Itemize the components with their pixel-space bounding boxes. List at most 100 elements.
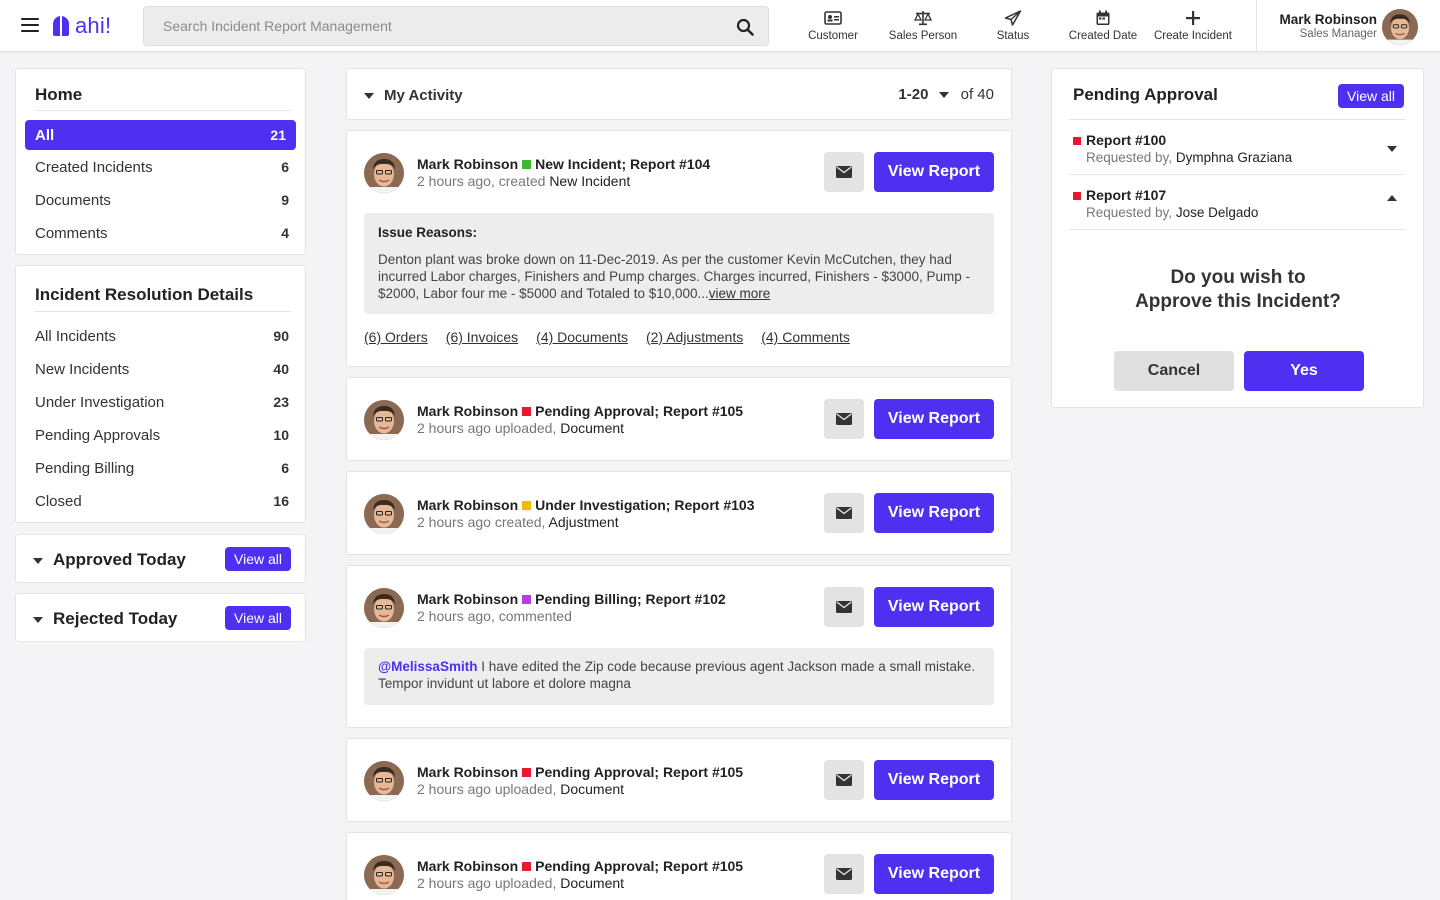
status-indicator — [522, 160, 532, 169]
envelope-icon — [836, 166, 852, 178]
nav-customer[interactable]: Customer — [798, 10, 868, 46]
chevron-up-icon[interactable] — [1387, 195, 1397, 201]
pending-report-item[interactable]: Report #107 Requested by, Jose Delgado — [1069, 175, 1405, 230]
scale-icon — [914, 11, 932, 26]
sidebar-item-all-incidents[interactable]: All Incidents 90 — [35, 321, 289, 351]
nav-sales-person[interactable]: Sales Person — [886, 10, 960, 46]
chevron-down-icon — [364, 93, 374, 100]
sidebar-item-count: 6 — [281, 460, 289, 476]
avatar[interactable] — [364, 855, 404, 895]
avatar[interactable] — [1382, 9, 1418, 45]
view-report-button[interactable]: View Report — [874, 399, 994, 439]
activity-headline: Mark Robinson Pending Approval; Report #1… — [417, 858, 743, 874]
orders-link[interactable]: (6) Orders — [364, 329, 428, 345]
sidebar-item-pending-billing[interactable]: Pending Billing 6 — [35, 453, 289, 483]
activity-object: Document — [560, 781, 625, 797]
related-links: (6) Orders (6) Invoices (4) Documents (2) A… — [364, 329, 868, 345]
activity-time: 2 hours ago uploaded, — [417, 875, 557, 891]
report-number: Report #107 — [1086, 187, 1167, 203]
sidebar-item-documents[interactable]: Documents 9 — [35, 185, 289, 215]
app-logo[interactable]: ahi! — [53, 13, 111, 39]
activity-toggle[interactable]: My Activity — [364, 87, 463, 104]
issue-text: Denton plant was broke down on 11-Dec-20… — [378, 252, 971, 301]
chevron-down-icon[interactable] — [1387, 146, 1397, 152]
avatar[interactable] — [364, 400, 404, 440]
nav-sales-person-label: Sales Person — [888, 30, 958, 42]
adjustments-link[interactable]: (2) Adjustments — [646, 329, 743, 345]
view-report-button[interactable]: View Report — [874, 854, 994, 894]
page-range-select[interactable]: 1-20 — [898, 86, 960, 103]
envelope-icon — [836, 507, 852, 519]
nav-create-incident[interactable]: Create Incident — [1150, 10, 1236, 46]
invoices-link[interactable]: (6) Invoices — [446, 329, 518, 345]
view-more-link[interactable]: view more — [709, 286, 771, 301]
sidebar-item-label: Pending Approvals — [35, 426, 161, 444]
activity-time: 2 hours ago, commented — [417, 608, 572, 624]
activity-headline: Mark Robinson Pending Approval; Report #1… — [417, 764, 743, 780]
status-text: New Incident; Report #104 — [535, 156, 711, 172]
avatar[interactable] — [364, 761, 404, 801]
report-title: Report #107 — [1073, 187, 1166, 203]
activity-object: Adjustment — [548, 514, 619, 530]
approved-view-all-button[interactable]: View all — [225, 547, 291, 571]
sidebar-item-label: Closed — [35, 492, 82, 510]
status-indicator — [1073, 192, 1081, 200]
activity-subline: 2 hours ago uploaded, Document — [417, 781, 624, 797]
sidebar-item-new-incidents[interactable]: New Incidents 40 — [35, 354, 289, 384]
yes-button[interactable]: Yes — [1244, 351, 1364, 391]
mail-button[interactable] — [824, 587, 864, 627]
nav-status[interactable]: Status — [990, 10, 1036, 46]
activity-card: Mark Robinson Pending Approval; Report #1… — [346, 738, 1012, 822]
status-text: Under Investigation; Report #103 — [535, 497, 755, 513]
sidebar-item-comments[interactable]: Comments 4 — [35, 218, 289, 248]
nav-created-date[interactable]: Created Date — [1065, 10, 1141, 46]
view-report-button[interactable]: View Report — [874, 587, 994, 627]
rejected-today-header[interactable]: Rejected Today — [33, 609, 177, 629]
view-report-button[interactable]: View Report — [874, 493, 994, 533]
approved-today-header[interactable]: Approved Today — [33, 550, 186, 570]
mail-button[interactable] — [824, 399, 864, 439]
mail-button[interactable] — [824, 493, 864, 533]
view-report-button[interactable]: View Report — [874, 152, 994, 192]
approved-today-panel[interactable]: Approved Today View all — [15, 534, 306, 583]
view-report-button[interactable]: View Report — [874, 760, 994, 800]
approve-question-line1: Do you wish to — [1170, 267, 1306, 288]
pending-report-item[interactable]: Report #100 Requested by, Dymphna Grazia… — [1069, 120, 1405, 175]
avatar[interactable] — [364, 588, 404, 628]
cancel-button[interactable]: Cancel — [1114, 351, 1234, 391]
rejected-today-panel[interactable]: Rejected Today View all — [15, 593, 306, 642]
pending-approval-panel: Pending Approval View all Report #100 Re… — [1051, 68, 1424, 408]
sidebar-item-pending-approvals[interactable]: Pending Approvals 10 — [35, 420, 289, 450]
envelope-icon — [836, 774, 852, 786]
hamburger-menu-icon[interactable] — [21, 18, 39, 32]
report-title: Report #100 — [1073, 132, 1166, 148]
rejected-view-all-button[interactable]: View all — [225, 606, 291, 630]
resolution-title: Incident Resolution Details — [35, 285, 254, 304]
sidebar-item-closed[interactable]: Closed 16 — [35, 486, 289, 516]
mention-link[interactable]: @MelissaSmith — [378, 659, 477, 674]
report-number: Report #100 — [1086, 132, 1167, 148]
status-text: Pending Approval; Report #105 — [535, 403, 744, 419]
documents-link[interactable]: (4) Documents — [536, 329, 628, 345]
incident-resolution-panel: Incident Resolution Details All Incident… — [15, 265, 306, 523]
activity-title: My Activity — [384, 87, 463, 104]
comment-box: @MelissaSmith I have edited the Zip code… — [364, 648, 994, 705]
mail-button[interactable] — [824, 152, 864, 192]
search-input[interactable] — [144, 7, 704, 45]
mail-button[interactable] — [824, 760, 864, 800]
mail-button[interactable] — [824, 854, 864, 894]
issue-box: Issue Reasons: Denton plant was broke do… — [364, 213, 994, 314]
activity-time: 2 hours ago uploaded, — [417, 781, 557, 797]
sidebar-item-count: 21 — [270, 127, 286, 143]
search-icon[interactable] — [736, 18, 754, 36]
sidebar-item-under-investigation[interactable]: Under Investigation 23 — [35, 387, 289, 417]
pending-view-all-button[interactable]: View all — [1338, 84, 1404, 108]
avatar[interactable] — [364, 153, 404, 193]
status-text: Pending Approval; Report #105 — [535, 858, 744, 874]
sidebar-item-all[interactable]: All 21 — [25, 120, 296, 150]
sidebar-item-count: 16 — [273, 493, 289, 509]
comments-link[interactable]: (4) Comments — [761, 329, 850, 345]
activity-headline: Mark Robinson New Incident; Report #104 — [417, 156, 710, 172]
avatar[interactable] — [364, 494, 404, 534]
sidebar-item-created-incidents[interactable]: Created Incidents 6 — [35, 152, 289, 182]
